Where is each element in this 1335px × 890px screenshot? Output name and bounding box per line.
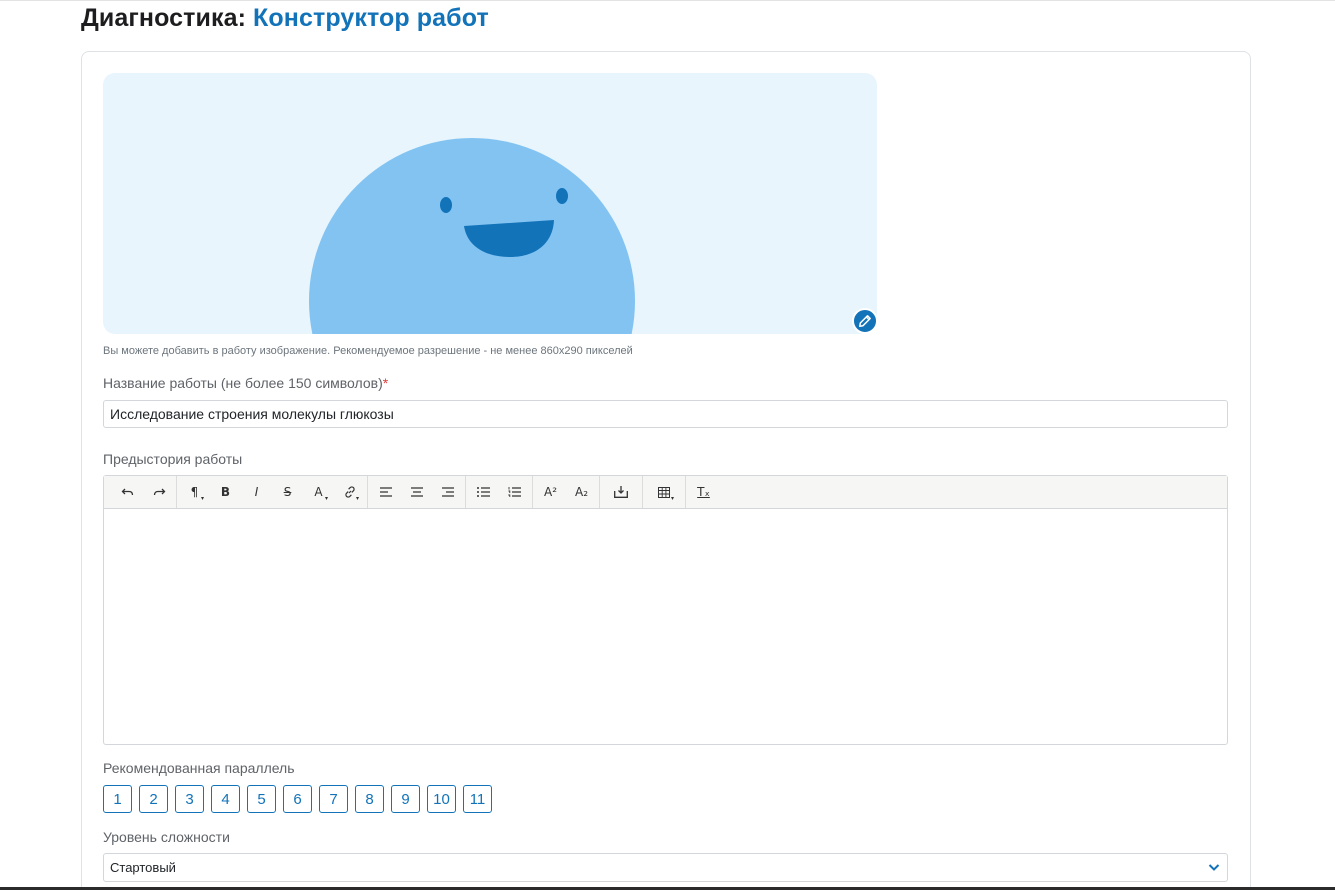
italic-button[interactable]: I (241, 478, 272, 506)
redo-button[interactable] (143, 478, 174, 506)
list-group (466, 476, 533, 508)
subscript-icon: A₂ (574, 485, 589, 499)
backstory-editor: ¶ ▾ B I S A ▾ ▾ A² A₂ ▾ Tₓ (103, 475, 1228, 745)
paragraph-button[interactable]: ¶ ▾ (179, 478, 210, 506)
superscript-icon: A² (543, 485, 558, 499)
bullet-list-button[interactable] (468, 478, 499, 506)
format-group: ¶ ▾ B I S A ▾ ▾ (177, 476, 368, 508)
strikethrough-icon: S (283, 485, 292, 499)
align-group (368, 476, 466, 508)
grade-button-3[interactable]: 3 (175, 785, 204, 813)
bold-icon: B (220, 485, 231, 499)
title-label-text: Название работы (не более 150 символов) (103, 375, 383, 391)
align-center-icon (410, 487, 423, 497)
undo-icon (121, 488, 133, 496)
grade-button-5[interactable]: 5 (247, 785, 276, 813)
align-right-icon (441, 487, 454, 497)
paragraph-icon: ¶ (190, 485, 199, 499)
grade-button-2[interactable]: 2 (139, 785, 168, 813)
backstory-text-area[interactable] (104, 510, 1227, 744)
top-border (0, 0, 1335, 1)
grade-button-7[interactable]: 7 (319, 785, 348, 813)
caret-icon: ▾ (324, 495, 328, 502)
smiling-character-illustration (309, 138, 635, 334)
align-right-button[interactable] (432, 478, 463, 506)
title-accent: Конструктор работ (253, 4, 489, 32)
redo-icon (153, 488, 165, 496)
backstory-label: Предыстория работы (103, 451, 243, 467)
numbered-list-icon (508, 487, 521, 497)
grade-button-1[interactable]: 1 (103, 785, 132, 813)
chevron-down-icon (1208, 864, 1220, 871)
link-icon (344, 486, 355, 498)
align-left-button[interactable] (370, 478, 401, 506)
bold-button[interactable]: B (210, 478, 241, 506)
table-group: ▾ (643, 476, 686, 508)
grade-button-9[interactable]: 9 (391, 785, 420, 813)
caret-icon: ▾ (670, 495, 674, 502)
subscript-button[interactable]: A₂ (566, 478, 597, 506)
caret-icon: ▾ (355, 495, 359, 502)
image-hint: Вы можете добавить в работу изображение.… (103, 345, 633, 357)
editor-toolbar: ¶ ▾ B I S A ▾ ▾ A² A₂ ▾ Tₓ (104, 476, 1227, 509)
font-color-icon: A (314, 485, 323, 499)
insert-group (600, 476, 643, 508)
pencil-icon (859, 315, 871, 327)
caret-icon: ▾ (200, 495, 204, 502)
bullet-list-icon (477, 487, 490, 497)
superscript-button[interactable]: A² (535, 478, 566, 506)
title-prefix: Диагностика: (81, 4, 246, 32)
numbered-list-button[interactable] (499, 478, 530, 506)
difficulty-label: Уровень сложности (103, 829, 230, 845)
clear-group: Tₓ (686, 476, 721, 508)
align-left-icon (379, 487, 392, 497)
clear-format-icon: Tₓ (697, 485, 710, 499)
insert-icon (614, 486, 628, 498)
required-mark: * (382, 375, 389, 391)
table-button[interactable]: ▾ (645, 478, 683, 506)
script-group: A² A₂ (533, 476, 600, 508)
grade-label: Рекомендованная параллель (103, 760, 295, 776)
italic-icon: I (254, 485, 259, 499)
difficulty-select[interactable]: Стартовый (103, 853, 1228, 882)
clear-format-button[interactable]: Tₓ (688, 478, 719, 506)
undo-button[interactable] (112, 478, 143, 506)
align-center-button[interactable] (401, 478, 432, 506)
history-group (110, 476, 177, 508)
grade-button-6[interactable]: 6 (283, 785, 312, 813)
page-title: Диагностика: Конструктор работ (81, 4, 489, 33)
grade-button-10[interactable]: 10 (427, 785, 456, 813)
cover-image (103, 73, 877, 334)
strikethrough-button[interactable]: S (272, 478, 303, 506)
title-field-label: Название работы (не более 150 символов)* (103, 375, 388, 391)
edit-image-button[interactable] (852, 308, 878, 334)
link-button[interactable]: ▾ (334, 478, 365, 506)
grade-selector: 1 2 3 4 5 6 7 8 9 10 11 (103, 785, 492, 813)
difficulty-selected-value: Стартовый (110, 860, 176, 875)
table-icon (658, 486, 670, 498)
title-input[interactable] (103, 400, 1228, 428)
insert-button[interactable] (602, 478, 640, 506)
grade-button-11[interactable]: 11 (463, 785, 492, 813)
grade-button-8[interactable]: 8 (355, 785, 384, 813)
font-color-button[interactable]: A ▾ (303, 478, 334, 506)
grade-button-4[interactable]: 4 (211, 785, 240, 813)
